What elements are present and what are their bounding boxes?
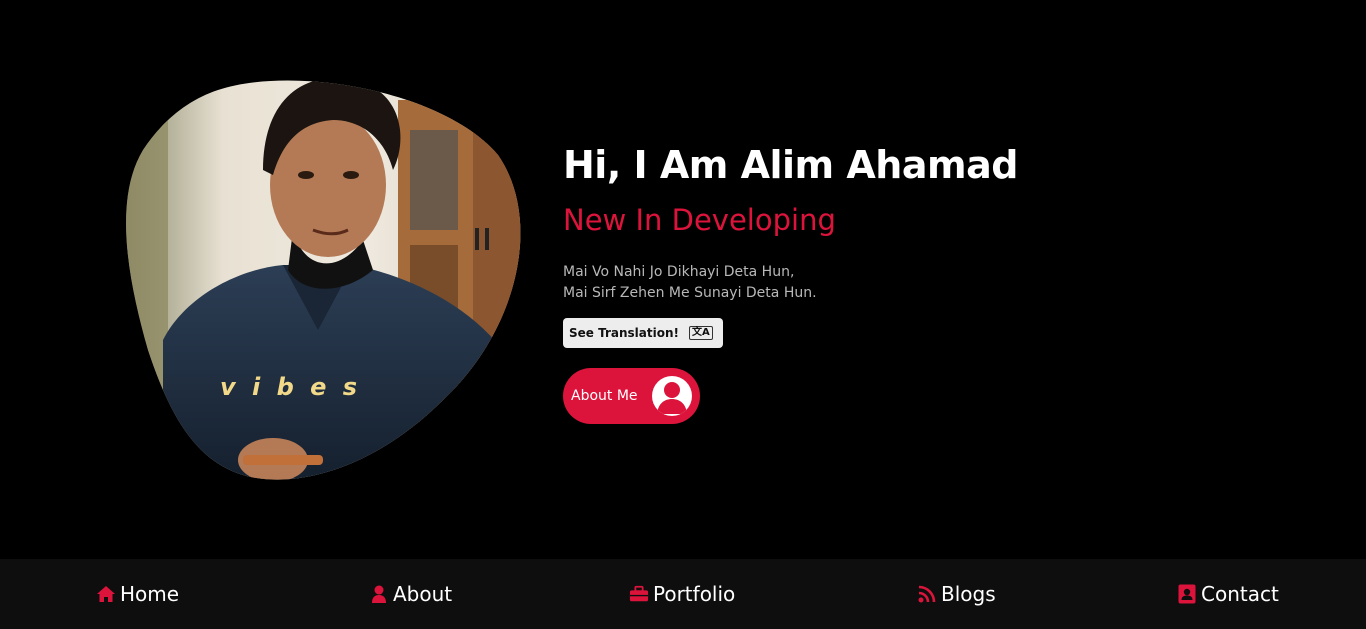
page: v i b e s Hi, I Am Alim Ahamad New In De… bbox=[0, 0, 1366, 629]
nav-item-blogs[interactable]: Blogs bbox=[917, 559, 996, 629]
rss-icon bbox=[917, 584, 937, 604]
nav-item-home[interactable]: Home bbox=[96, 559, 179, 629]
hero-subtitle: New In Developing bbox=[563, 203, 836, 237]
profile-photo-svg: v i b e s bbox=[126, 80, 521, 480]
quote-line-1: Mai Vo Nahi Jo Dikhayi Deta Hun, bbox=[563, 264, 795, 280]
user-avatar-icon bbox=[652, 376, 692, 416]
nav-label-home: Home bbox=[120, 582, 180, 606]
hero-title: Hi, I Am Alim Ahamad bbox=[563, 143, 1018, 187]
contact-icon bbox=[1177, 584, 1197, 604]
hero-section: Hi, I Am Alim Ahamad New In Developing M… bbox=[563, 138, 1263, 424]
translate-icon: 文A bbox=[689, 326, 713, 340]
quote-line-2: Mai Sirf Zehen Me Sunayi Deta Hun. bbox=[563, 285, 817, 301]
bottom-nav: Home About Portfolio Blogs Contact bbox=[0, 559, 1366, 629]
about-me-button[interactable]: About Me bbox=[563, 368, 700, 424]
nav-label-blogs: Blogs bbox=[941, 582, 996, 606]
nav-item-portfolio[interactable]: Portfolio bbox=[629, 559, 735, 629]
nav-item-about[interactable]: About bbox=[369, 559, 452, 629]
profile-photo: v i b e s bbox=[123, 80, 523, 480]
nav-label-about: About bbox=[393, 582, 453, 606]
about-me-label: About Me bbox=[571, 388, 638, 404]
nav-label-contact: Contact bbox=[1201, 582, 1279, 606]
user-icon bbox=[369, 584, 389, 604]
see-translation-button[interactable]: See Translation! 文A bbox=[563, 318, 723, 348]
nav-label-portfolio: Portfolio bbox=[653, 582, 736, 606]
nav-item-contact[interactable]: Contact bbox=[1177, 559, 1279, 629]
hero-quote: Mai Vo Nahi Jo Dikhayi Deta Hun, Mai Sir… bbox=[563, 262, 1263, 304]
see-translation-label: See Translation! bbox=[569, 326, 679, 340]
briefcase-icon bbox=[629, 584, 649, 604]
photo-overlay-text: v i b e s bbox=[220, 373, 361, 401]
home-icon bbox=[96, 584, 116, 604]
